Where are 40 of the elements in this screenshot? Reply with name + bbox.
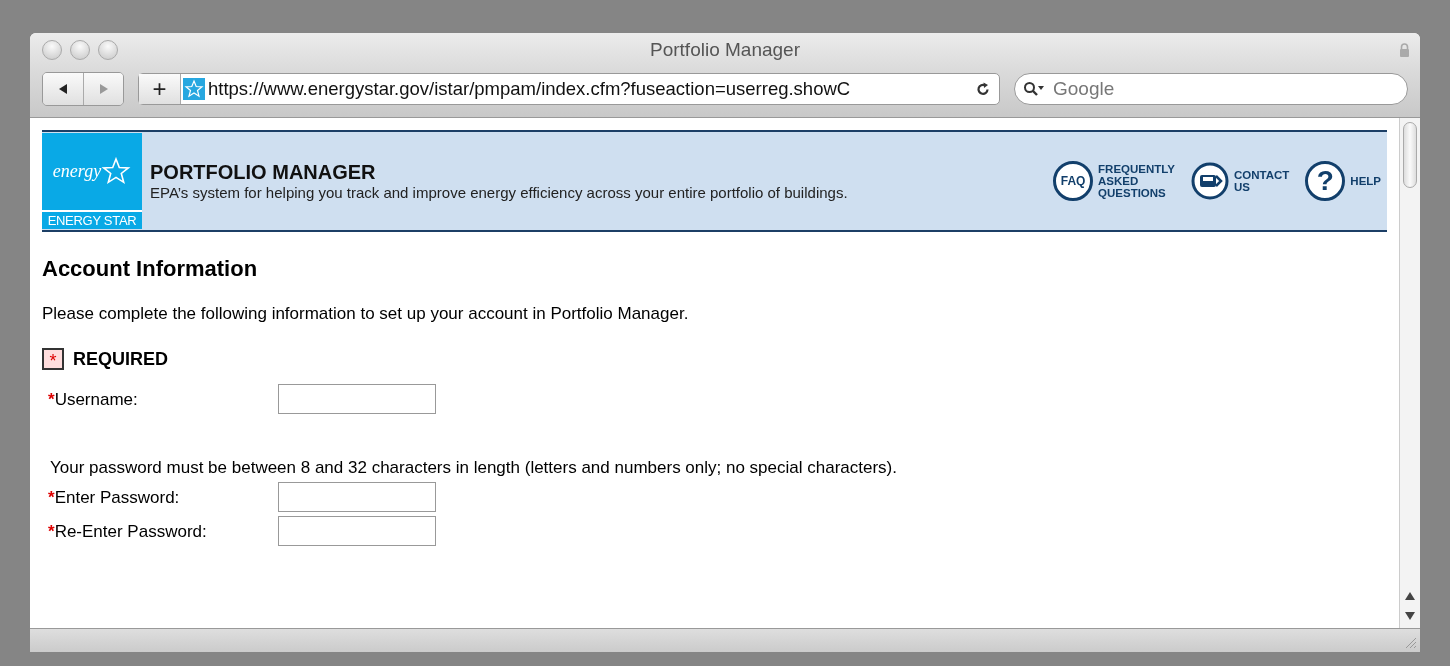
star-icon [101,156,132,187]
faq-icon[interactable]: FAQ [1053,161,1094,201]
scroll-down-icon[interactable] [1405,612,1415,620]
scroll-up-icon[interactable] [1405,592,1415,600]
banner-subtitle: EPA’s system for helping you track and improve energy efficiency across your entire portfolio of buildings. [150,184,848,201]
address-bar[interactable]: + https://www.energystar.gov/istar/pmpam/index.cfm?fuseaction=userreg.showC [138,73,1000,105]
forward-arrow-icon [97,83,110,95]
back-button[interactable] [43,73,83,105]
back-arrow-icon [57,83,69,95]
section-heading: Account Information [42,256,259,282]
search-field[interactable]: Google [1014,73,1408,105]
intro-text: Please complete the following information to set up your account in Portfolio Manager. [42,304,690,324]
reload-icon[interactable] [975,81,991,97]
input-field[interactable] [278,482,436,512]
link-label[interactable]: HELP [1350,174,1381,188]
scrollbar[interactable] [1399,118,1420,628]
password-note: Your password must be between 8 and 32 characters in length (letters and numbers only; no special characters). [50,458,898,478]
required-marker: * [42,348,64,370]
contact-icon[interactable] [1190,162,1229,200]
resize-grip-icon[interactable] [1404,636,1416,648]
url-text: https://www.energystar.gov/istar/pmpam/index.cfm?fuseaction=userreg.showC [208,78,851,100]
link-label[interactable]: FREQUENTLY ASKED QUESTIONS [1098,162,1175,200]
input-field[interactable] [278,516,436,546]
close-button[interactable] [42,40,62,60]
banner-title: PORTFOLIO MANAGER [150,161,377,184]
link-label[interactable]: CONTACT US [1233,168,1290,194]
add-bookmark-button[interactable]: + [139,74,181,104]
scroll-thumb[interactable] [1403,122,1417,188]
star-icon [183,78,205,100]
logo-script: energy [52,161,102,182]
lock-icon [1399,43,1410,57]
field-label: *Username: [48,390,139,410]
input-field[interactable] [278,384,436,414]
required-label: REQUIRED [73,348,168,370]
minimize-button[interactable] [70,40,90,60]
window-title: Portfolio Manager [650,39,800,61]
field-label: *Re-Enter Password: [48,522,208,542]
field-label: *Enter Password: [48,488,181,508]
zoom-button[interactable] [98,40,118,60]
help-icon[interactable]: ? [1305,161,1346,201]
